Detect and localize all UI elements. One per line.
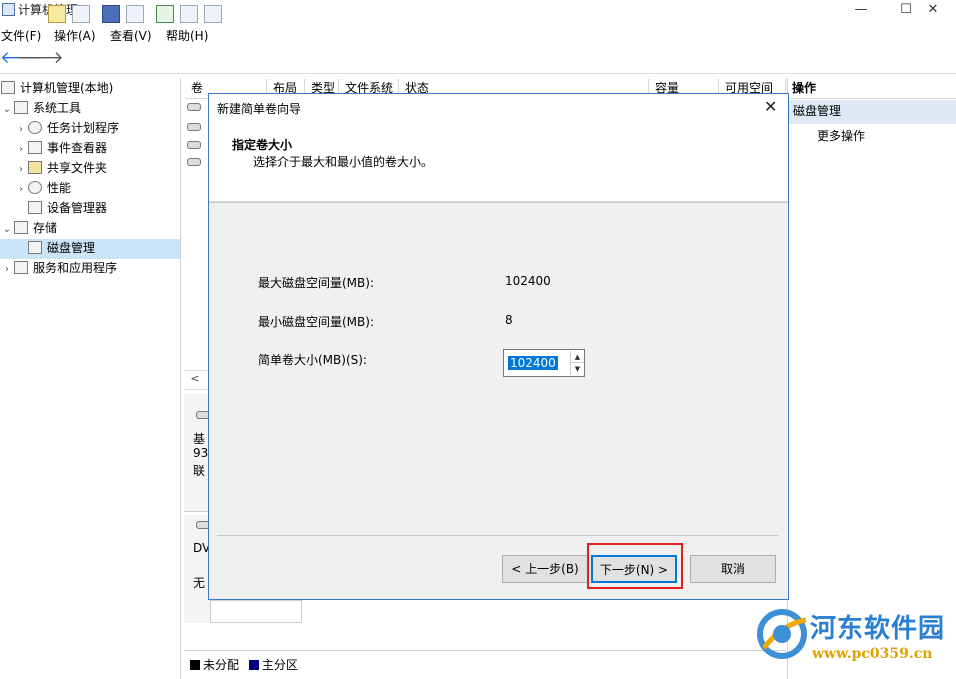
chevron-down-icon[interactable]: ⌄ (0, 221, 14, 239)
cancel-button[interactable]: 取消 (690, 555, 776, 583)
more-actions-link[interactable]: 更多操作 (817, 127, 865, 144)
actions-header: 操作 (788, 79, 956, 99)
chevron-down-icon[interactable]: ⌄ (0, 101, 14, 119)
primary-swatch (248, 660, 259, 670)
tree-item-event-viewer[interactable]: › 事件查看器 (0, 139, 180, 159)
tree-item-disk-management[interactable]: 磁盘管理 (0, 239, 180, 259)
disk-0-label: 基 (193, 432, 206, 446)
clock-icon (28, 121, 42, 134)
wizard-subheading: 选择介于最大和最小值的卷大小。 (253, 155, 434, 169)
back-button[interactable]: < 上一步(B) (502, 555, 588, 583)
help-icon[interactable] (102, 5, 120, 23)
stepper-down-icon[interactable]: ▼ (571, 363, 584, 375)
dvd-panel[interactable] (184, 515, 210, 623)
wizard-heading: 指定卷大小 (232, 138, 293, 152)
min-space-value: 8 (505, 313, 513, 327)
show-hide-action-pane-icon[interactable] (126, 5, 144, 23)
chevron-right-icon[interactable]: › (14, 141, 28, 159)
volume-size-label: 简单卷大小(MB)(S): (258, 353, 367, 367)
min-space-label: 最小磁盘空间量(MB): (258, 315, 374, 329)
services-icon (14, 261, 28, 274)
legend: 未分配 主分区 (190, 656, 298, 673)
next-button-highlight (587, 543, 683, 589)
navigation-tree: 计算机管理(本地) ⌄ 系统工具 › 任务计划程序 › 事件查看器 › 共享文件夹 › 性… (0, 78, 181, 679)
volume-size-input[interactable]: 102400 (506, 352, 568, 374)
chevron-right-icon[interactable]: › (0, 261, 14, 279)
computer-management-icon (2, 3, 15, 16)
shared-folder-icon (28, 161, 42, 174)
chevron-right-icon[interactable]: › (14, 161, 28, 179)
tree-item-device-manager[interactable]: 设备管理器 (0, 199, 180, 219)
wizard-footer-divider (217, 535, 779, 536)
tree-item-task-scheduler[interactable]: › 任务计划程序 (0, 119, 180, 139)
watermark-logo: 河东软件园 www.pc0359.cn (754, 604, 952, 668)
actions-disk-management[interactable]: 磁盘管理 (788, 100, 956, 124)
globe-logo-icon (757, 609, 807, 659)
storage-icon (14, 221, 28, 234)
close-button[interactable]: ✕ (910, 0, 956, 22)
tree-item-performance[interactable]: › 性能 (0, 179, 180, 199)
tools-icon (14, 101, 28, 114)
volume-drive-icon (187, 158, 201, 166)
chevron-right-icon[interactable]: › (14, 181, 28, 199)
dvd-status: 无 (193, 576, 206, 590)
tree-item-services[interactable]: › 服务和应用程序 (0, 259, 180, 279)
tree-item-shared-folders[interactable]: › 共享文件夹 (0, 159, 180, 179)
volume-drive-icon (187, 123, 201, 131)
refresh-icon[interactable] (156, 5, 174, 23)
volume-drive-icon (187, 103, 201, 111)
menu-action[interactable]: 操作(A) (54, 27, 96, 44)
device-manager-icon (28, 201, 42, 214)
event-viewer-icon (28, 141, 42, 154)
toolbar (0, 46, 956, 74)
wizard-header-divider (209, 202, 788, 203)
menu-help[interactable]: 帮助(H) (166, 27, 208, 44)
disk-0-status: 联 (193, 464, 206, 478)
tree-item-system-tools[interactable]: ⌄ 系统工具 (0, 99, 180, 119)
minimize-button[interactable]: — (838, 0, 884, 22)
menu-view[interactable]: 查看(V) (110, 27, 152, 44)
scroll-left-icon[interactable]: < (185, 371, 205, 389)
unallocated-swatch (190, 660, 200, 670)
chevron-right-icon[interactable]: › (14, 121, 28, 139)
actions-pane (787, 78, 956, 679)
stepper-buttons: ▲ ▼ (570, 351, 584, 375)
tree-item-storage[interactable]: ⌄ 存储 (0, 219, 180, 239)
disk-management-icon (28, 241, 42, 254)
tree-item-root[interactable]: 计算机管理(本地) (0, 79, 180, 99)
menu-file[interactable]: 文件(F) (1, 27, 41, 44)
performance-icon (28, 181, 42, 194)
watermark-url: www.pc0359.cn (812, 646, 933, 662)
volume-size-stepper[interactable]: 102400 ▲ ▼ (503, 349, 585, 377)
wizard-close-icon[interactable]: ✕ (764, 97, 777, 116)
max-space-value: 102400 (505, 274, 551, 288)
export-list-icon[interactable] (204, 5, 222, 23)
show-hide-tree-icon[interactable] (72, 5, 90, 23)
forward-arrow-icon[interactable]: 🡒 (18, 48, 64, 68)
wizard-title: 新建简单卷向导 (217, 102, 302, 116)
max-space-label: 最大磁盘空间量(MB): (258, 276, 374, 290)
volume-drive-icon (187, 141, 201, 149)
properties-icon[interactable] (180, 5, 198, 23)
up-folder-icon[interactable] (48, 5, 66, 23)
watermark-name: 河东软件园 (810, 614, 946, 644)
legend-divider (184, 650, 786, 651)
dvd-volume-block[interactable] (210, 600, 302, 623)
disk-0-size: 93 (193, 446, 209, 460)
stepper-up-icon[interactable]: ▲ (571, 351, 584, 363)
computer-icon (1, 81, 15, 94)
